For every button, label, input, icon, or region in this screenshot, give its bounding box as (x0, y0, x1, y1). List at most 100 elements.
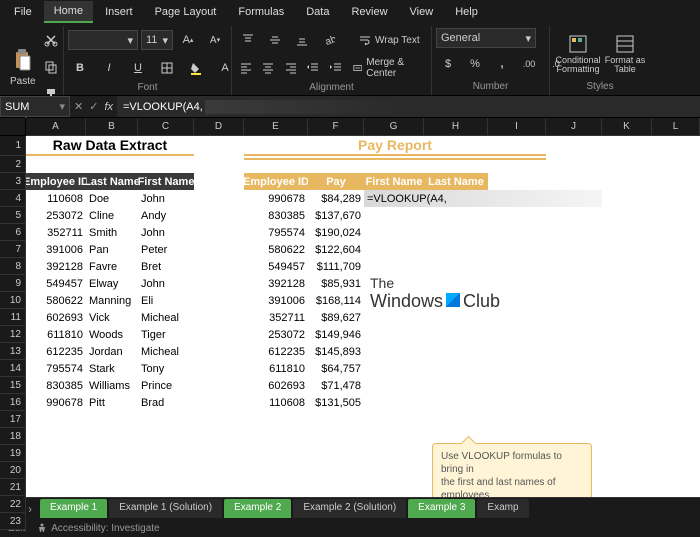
cell-F16[interactable]: $131,505 (308, 394, 364, 411)
row-header-17[interactable]: 17 (0, 411, 26, 428)
row-header-16[interactable]: 16 (0, 394, 26, 411)
sheet-tab-example-2-solution-[interactable]: Example 2 (Solution) (293, 499, 406, 518)
cancel-icon[interactable]: ✕ (74, 100, 83, 113)
menu-page-layout[interactable]: Page Layout (145, 2, 227, 22)
cell-B4[interactable]: Doe (86, 190, 138, 207)
cell-F7[interactable]: $122,604 (308, 241, 364, 258)
row-header-10[interactable]: 10 (0, 292, 26, 309)
col-header-F[interactable]: F (308, 118, 364, 136)
cell-F13[interactable]: $145,893 (308, 343, 364, 360)
indent-dec-icon[interactable] (304, 56, 324, 80)
row-header-2[interactable]: 2 (0, 156, 26, 173)
cell-C8[interactable]: Bret (138, 258, 194, 275)
cell-A16[interactable]: 990678 (26, 394, 86, 411)
cell-F12[interactable]: $149,946 (308, 326, 364, 343)
bold-icon[interactable]: B (68, 56, 92, 80)
col-header-D[interactable]: D (194, 118, 244, 136)
cell-A8[interactable]: 392128 (26, 258, 86, 275)
align-right-icon[interactable] (281, 56, 301, 80)
cell-C14[interactable]: Tony (138, 360, 194, 377)
cell-E2[interactable] (244, 156, 546, 160)
cell-E3[interactable]: Employee ID (244, 173, 308, 190)
col-header-G[interactable]: G (364, 118, 424, 136)
cell-C15[interactable]: Prince (138, 377, 194, 394)
cell-A11[interactable]: 602693 (26, 309, 86, 326)
cell-B9[interactable]: Elway (86, 275, 138, 292)
cell-E15[interactable]: 602693 (244, 377, 308, 394)
cell-E5[interactable]: 830385 (244, 207, 308, 224)
cell-A13[interactable]: 612235 (26, 343, 86, 360)
menu-insert[interactable]: Insert (95, 2, 143, 22)
menu-data[interactable]: Data (296, 2, 339, 22)
cell-E8[interactable]: 549457 (244, 258, 308, 275)
row-header-5[interactable]: 5 (0, 207, 26, 224)
col-header-I[interactable]: I (488, 118, 546, 136)
col-header-H[interactable]: H (424, 118, 488, 136)
cell-E16[interactable]: 110608 (244, 394, 308, 411)
indent-inc-icon[interactable] (326, 56, 346, 80)
grow-font-icon[interactable]: A▴ (176, 28, 200, 52)
column-headers[interactable]: ABCDEFGHIJKL (26, 118, 700, 136)
menu-formulas[interactable]: Formulas (228, 2, 294, 22)
cell-B16[interactable]: Pitt (86, 394, 138, 411)
copy-icon[interactable] (39, 55, 63, 79)
cell-B7[interactable]: Pan (86, 241, 138, 258)
col-header-J[interactable]: J (546, 118, 602, 136)
col-header-B[interactable]: B (86, 118, 138, 136)
cell-E12[interactable]: 253072 (244, 326, 308, 343)
cell-B5[interactable]: Cline (86, 207, 138, 224)
cell-C10[interactable]: Eli (138, 292, 194, 309)
cell-F9[interactable]: $85,931 (308, 275, 364, 292)
fill-color-icon[interactable] (184, 56, 208, 80)
sheet-tab-examp[interactable]: Examp (477, 499, 528, 518)
row-header-7[interactable]: 7 (0, 241, 26, 258)
row-header-23[interactable]: 23 (0, 513, 26, 530)
cell-F8[interactable]: $111,709 (308, 258, 364, 275)
cell-G3[interactable]: First Name (364, 173, 424, 190)
name-box[interactable]: SUM▾ (0, 96, 70, 117)
row-header-12[interactable]: 12 (0, 326, 26, 343)
wrap-text-button[interactable]: Wrap Text (355, 28, 424, 52)
cell-B15[interactable]: Williams (86, 377, 138, 394)
merge-center-button[interactable]: Merge & Center (349, 56, 427, 80)
cell-H3[interactable]: Last Name (424, 173, 488, 190)
cell-B12[interactable]: Woods (86, 326, 138, 343)
row-header-1[interactable]: 1 (0, 136, 26, 156)
row-headers[interactable]: 1234567891011121314151617181920212223 (0, 136, 26, 530)
borders-icon[interactable] (155, 56, 179, 80)
font-size-select[interactable]: 11▾ (141, 30, 173, 50)
formula-input[interactable]: =VLOOKUP(A4, (117, 96, 700, 117)
row-header-4[interactable]: 4 (0, 190, 26, 207)
italic-icon[interactable]: I (97, 56, 121, 80)
row-header-6[interactable]: 6 (0, 224, 26, 241)
row-header-8[interactable]: 8 (0, 258, 26, 275)
cell-E6[interactable]: 795574 (244, 224, 308, 241)
cell-A5[interactable]: 253072 (26, 207, 86, 224)
cell-A4[interactable]: 110608 (26, 190, 86, 207)
cell-G4[interactable]: =VLOOKUP(A4, (364, 190, 602, 207)
row-header-11[interactable]: 11 (0, 309, 26, 326)
sheet-tab-example-1-solution-[interactable]: Example 1 (Solution) (109, 499, 222, 518)
cell-B3[interactable]: Last Name (86, 173, 138, 190)
col-header-A[interactable]: A (26, 118, 86, 136)
inc-decimal-icon[interactable]: .00 (517, 52, 541, 76)
cell-F6[interactable]: $190,024 (308, 224, 364, 241)
percent-icon[interactable]: % (463, 52, 487, 76)
row-header-19[interactable]: 19 (0, 445, 26, 462)
row-header-14[interactable]: 14 (0, 360, 26, 377)
cell-A3[interactable]: Employee ID (26, 173, 86, 190)
number-format-select[interactable]: General▾ (436, 28, 536, 48)
row-header-13[interactable]: 13 (0, 343, 26, 360)
conditional-formatting-button[interactable]: Conditional Formatting (554, 34, 602, 74)
cell-E14[interactable]: 611810 (244, 360, 308, 377)
row-header-3[interactable]: 3 (0, 173, 26, 190)
cell-A7[interactable]: 391006 (26, 241, 86, 258)
cell-B10[interactable]: Manning (86, 292, 138, 309)
cell-C5[interactable]: Andy (138, 207, 194, 224)
cell-E10[interactable]: 391006 (244, 292, 308, 309)
cell-E13[interactable]: 612235 (244, 343, 308, 360)
orientation-icon[interactable]: ab (317, 28, 341, 52)
cell-C11[interactable]: Micheal (138, 309, 194, 326)
format-table-button[interactable]: Format as Table (604, 34, 646, 74)
cell-F10[interactable]: $168,114 (308, 292, 364, 309)
